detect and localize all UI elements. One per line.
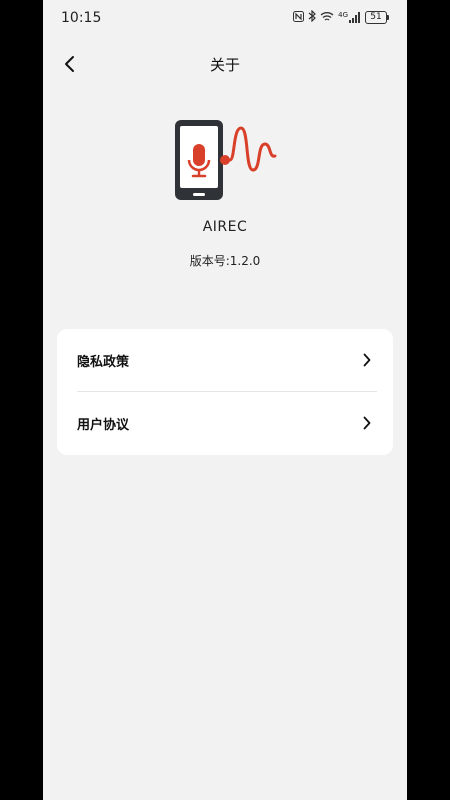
bluetooth-icon — [308, 9, 316, 25]
status-time: 10:15 — [61, 10, 102, 26]
user-agreement-row[interactable]: 用户协议 — [57, 392, 393, 454]
privacy-policy-label: 隐私政策 — [77, 354, 130, 370]
network-label: 4G — [338, 11, 348, 19]
page-title: 关于 — [209, 56, 240, 74]
app-version: 版本号:1.2.0 — [189, 254, 261, 268]
about-screen: 10:15 4G 51 关于 AIREC 版本号:1.2.0 隐私政策 用户协议 — [43, 0, 407, 800]
privacy-policy-row[interactable]: 隐私政策 — [57, 329, 393, 391]
battery-level: 51 — [365, 11, 387, 24]
header: 关于 — [43, 44, 407, 84]
user-agreement-label: 用户协议 — [77, 417, 130, 433]
battery-indicator: 51 — [365, 11, 389, 24]
wifi-icon — [320, 11, 334, 25]
nfc-icon — [293, 10, 305, 25]
app-logo-icon — [175, 120, 277, 200]
signal-icon: 4G — [338, 12, 361, 23]
app-name: AIREC — [202, 219, 248, 235]
chevron-right-icon — [361, 416, 373, 430]
status-bar: 10:15 4G 51 — [43, 0, 407, 36]
chevron-right-icon — [361, 353, 373, 367]
status-icons: 4G 51 — [293, 9, 389, 25]
settings-card: 隐私政策 用户协议 — [57, 329, 393, 455]
battery-tip — [387, 15, 389, 20]
